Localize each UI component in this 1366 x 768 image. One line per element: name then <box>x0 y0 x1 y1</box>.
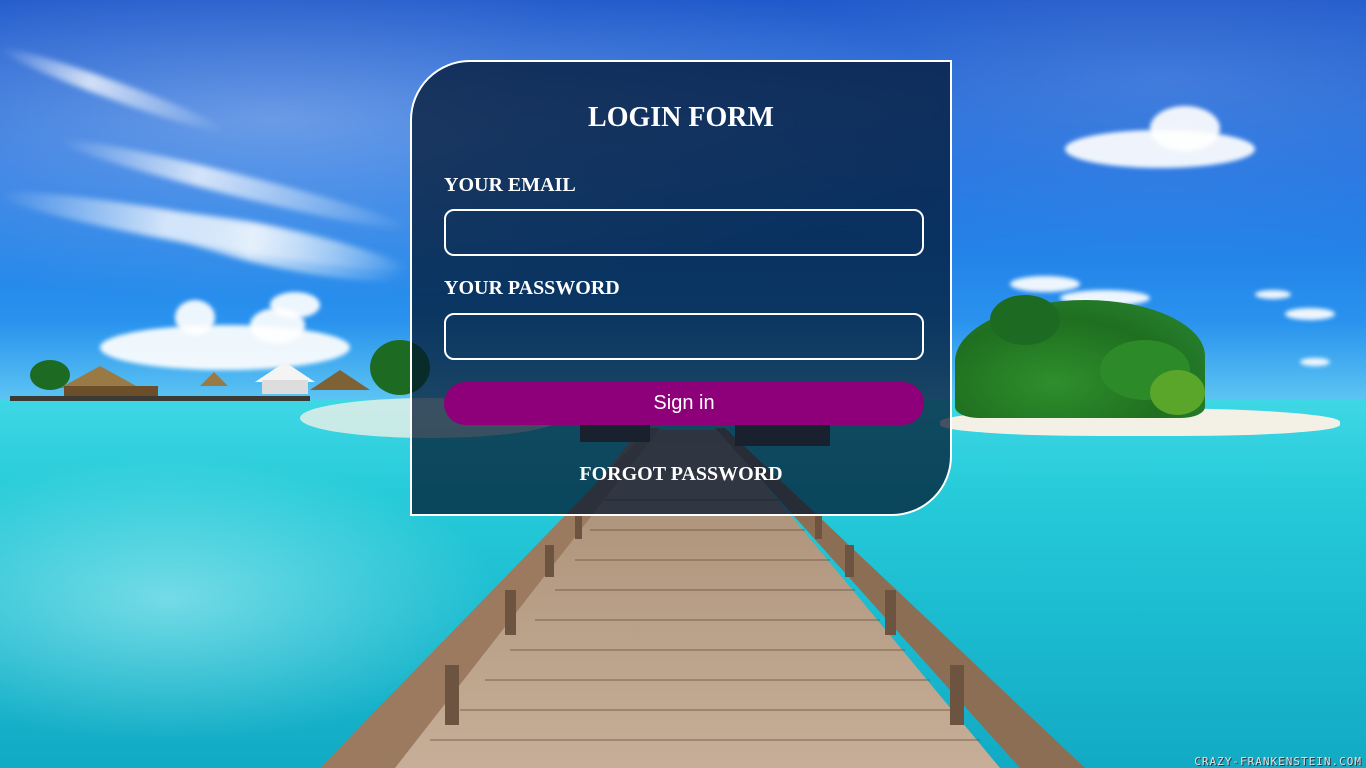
forgot-password-link[interactable]: FORGOT PASSWORD <box>412 463 950 486</box>
login-form: LOGIN FORM YOUR EMAIL YOUR PASSWORD Sign… <box>410 60 952 516</box>
email-field[interactable] <box>444 209 924 256</box>
watermark: CRAZY-FRANKENSTEIN.COM <box>1194 755 1362 768</box>
login-title: LOGIN FORM <box>588 102 774 133</box>
password-field[interactable] <box>444 313 924 360</box>
sign-in-button[interactable]: Sign in <box>444 382 924 425</box>
email-label: YOUR EMAIL <box>444 174 576 196</box>
password-label: YOUR PASSWORD <box>444 277 620 299</box>
